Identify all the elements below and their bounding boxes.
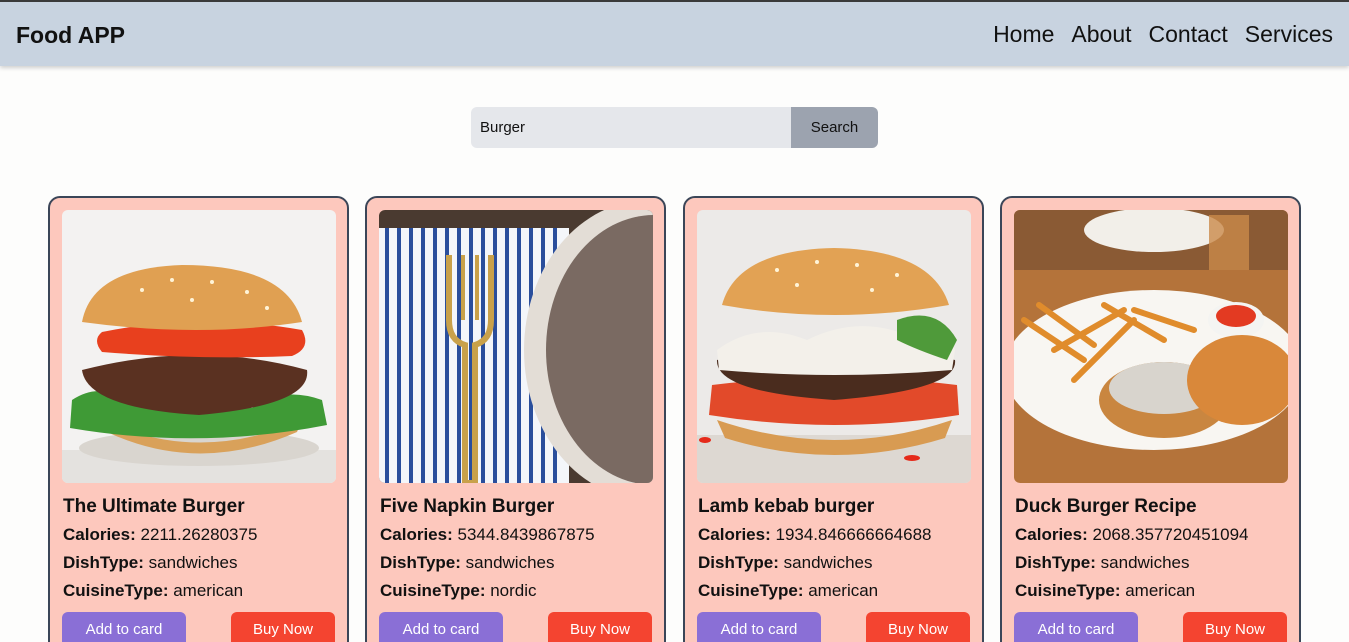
recipe-dish-type: DishType: sandwiches — [698, 553, 872, 573]
calories-label: Calories: — [380, 525, 453, 544]
recipe-dish-type: DishType: sandwiches — [1015, 553, 1189, 573]
dish-type-value: sandwiches — [783, 553, 873, 572]
calories-value: 1934.846666664688 — [775, 525, 932, 544]
burger-photo — [62, 210, 336, 483]
calories-label: Calories: — [63, 525, 136, 544]
kebab-burger-photo — [697, 210, 971, 483]
recipe-card: Lamb kebab burger Calories: 1934.8466666… — [683, 196, 984, 642]
add-to-cart-button[interactable]: Add to card — [697, 612, 821, 642]
recipe-image[interactable] — [62, 210, 336, 483]
recipe-dish-type: DishType: sandwiches — [380, 553, 554, 573]
nav-link-services[interactable]: Services — [1245, 21, 1333, 48]
dish-type-value: sandwiches — [148, 553, 238, 572]
calories-label: Calories: — [698, 525, 771, 544]
calories-value: 2211.26280375 — [140, 525, 258, 544]
navbar: Food APP Home About Contact Services — [0, 0, 1349, 66]
recipe-card: Duck Burger Recipe Calories: 2068.357720… — [1000, 196, 1301, 642]
calories-value: 5344.8439867875 — [457, 525, 595, 544]
calories-value: 2068.357720451094 — [1092, 525, 1249, 544]
search-button[interactable]: Search — [791, 107, 878, 148]
recipe-calories: Calories: 5344.8439867875 — [380, 525, 595, 545]
nav-link-home[interactable]: Home — [993, 21, 1054, 48]
recipe-cuisine-type: CuisineType: american — [698, 581, 878, 601]
dish-type-value: sandwiches — [1100, 553, 1190, 572]
nav-links: Home About Contact Services — [993, 21, 1333, 48]
fork-napkin-photo — [379, 210, 653, 483]
recipe-dish-type: DishType: sandwiches — [63, 553, 237, 573]
cuisine-type-label: CuisineType: — [380, 581, 486, 600]
cuisine-type-label: CuisineType: — [698, 581, 804, 600]
burger-fries-plate-photo — [1014, 210, 1288, 483]
recipe-image[interactable] — [379, 210, 653, 483]
add-to-cart-button[interactable]: Add to card — [379, 612, 503, 642]
cuisine-type-value: american — [173, 581, 244, 600]
recipe-calories: Calories: 1934.846666664688 — [698, 525, 931, 545]
brand-logo[interactable]: Food APP — [16, 22, 125, 49]
cuisine-type-label: CuisineType: — [1015, 581, 1121, 600]
add-to-cart-button[interactable]: Add to card — [62, 612, 186, 642]
recipe-calories: Calories: 2068.357720451094 — [1015, 525, 1248, 545]
recipe-calories: Calories: 2211.26280375 — [63, 525, 257, 545]
recipe-card: The Ultimate Burger Calories: 2211.26280… — [48, 196, 349, 642]
search-input[interactable] — [471, 107, 791, 148]
cuisine-type-value: american — [1125, 581, 1196, 600]
buy-now-button[interactable]: Buy Now — [1183, 612, 1287, 642]
nav-link-contact[interactable]: Contact — [1149, 21, 1228, 48]
recipe-image[interactable] — [697, 210, 971, 483]
recipe-title: Duck Burger Recipe — [1015, 496, 1197, 517]
recipe-card: Five Napkin Burger Calories: 5344.843986… — [365, 196, 666, 642]
dish-type-label: DishType: — [698, 553, 779, 572]
cuisine-type-value: nordic — [490, 581, 537, 600]
add-to-cart-button[interactable]: Add to card — [1014, 612, 1138, 642]
dish-type-label: DishType: — [380, 553, 461, 572]
recipe-title: Lamb kebab burger — [698, 496, 875, 517]
recipe-cuisine-type: CuisineType: nordic — [380, 581, 537, 601]
recipe-cuisine-type: CuisineType: american — [63, 581, 243, 601]
dish-type-label: DishType: — [1015, 553, 1096, 572]
dish-type-label: DishType: — [63, 553, 144, 572]
calories-label: Calories: — [1015, 525, 1088, 544]
cuisine-type-value: american — [808, 581, 879, 600]
dish-type-value: sandwiches — [465, 553, 555, 572]
recipe-title: Five Napkin Burger — [380, 496, 555, 517]
buy-now-button[interactable]: Buy Now — [548, 612, 652, 642]
cuisine-type-label: CuisineType: — [63, 581, 169, 600]
buy-now-button[interactable]: Buy Now — [231, 612, 335, 642]
buy-now-button[interactable]: Buy Now — [866, 612, 970, 642]
recipe-image[interactable] — [1014, 210, 1288, 483]
nav-link-about[interactable]: About — [1071, 21, 1131, 48]
search-bar: Search — [471, 107, 878, 148]
recipe-title: The Ultimate Burger — [63, 496, 245, 517]
recipe-cuisine-type: CuisineType: american — [1015, 581, 1195, 601]
